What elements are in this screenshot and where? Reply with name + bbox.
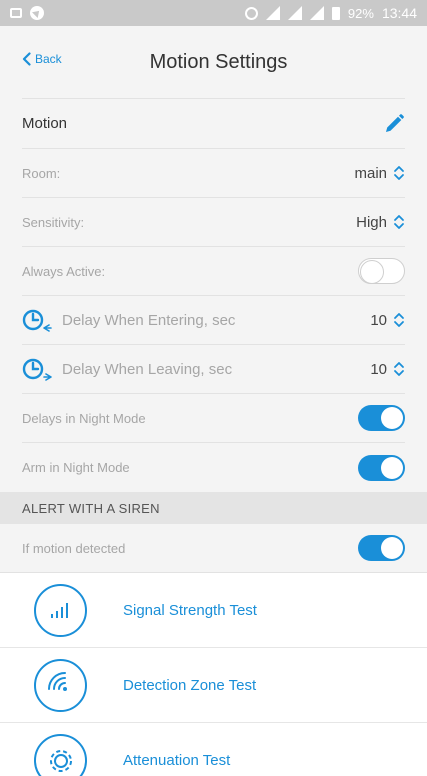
room-label: Room: bbox=[22, 165, 61, 181]
motion-detected-toggle[interactable] bbox=[358, 535, 405, 561]
app-header: Back Motion Settings bbox=[0, 26, 427, 98]
signal-icon bbox=[287, 6, 302, 20]
room-value: main bbox=[354, 164, 387, 182]
delays-night-toggle[interactable] bbox=[358, 405, 405, 431]
always-active-toggle[interactable] bbox=[358, 258, 405, 284]
motion-detected-label: If motion detected bbox=[22, 540, 126, 556]
back-button[interactable]: Back bbox=[22, 52, 62, 66]
chevron-left-icon bbox=[22, 52, 31, 66]
clock-leave-icon bbox=[22, 358, 52, 381]
detection-zone-icon bbox=[34, 658, 87, 712]
navigation-icon bbox=[30, 6, 44, 20]
delay-entering-row[interactable]: Delay When Entering, sec 10 bbox=[22, 296, 405, 345]
always-active-label: Always Active: bbox=[22, 263, 106, 279]
attenuation-test[interactable]: Attenuation Test bbox=[0, 723, 427, 776]
room-row[interactable]: Room: main bbox=[22, 149, 405, 198]
battery-percent: 92% bbox=[347, 5, 374, 21]
alarm-icon bbox=[244, 6, 258, 20]
status-bar: 92% 13:44 bbox=[0, 0, 427, 26]
signal-strength-test-label: Signal Strength Test bbox=[123, 601, 257, 619]
detection-zone-test[interactable]: Detection Zone Test bbox=[0, 648, 427, 723]
clock: 13:44 bbox=[381, 5, 417, 21]
signal-bars-icon bbox=[34, 583, 87, 637]
sensitivity-row[interactable]: Sensitivity: High bbox=[22, 198, 405, 247]
updown-chevron-icon bbox=[394, 313, 404, 327]
back-label: Back bbox=[35, 52, 62, 66]
tests-list: Signal Strength Test Detection Zone Test… bbox=[0, 572, 427, 776]
delay-leaving-label: Delay When Leaving, sec bbox=[62, 360, 233, 378]
gear-icon bbox=[34, 734, 87, 776]
delays-night-row: Delays in Night Mode bbox=[22, 394, 405, 443]
siren-list: If motion detected bbox=[0, 524, 427, 572]
siren-section-header: ALERT WITH A SIREN bbox=[0, 492, 427, 524]
clock-enter-icon bbox=[22, 309, 52, 332]
delay-entering-label: Delay When Entering, sec bbox=[62, 311, 236, 329]
wifi-icon bbox=[265, 6, 280, 20]
motion-detected-row: If motion detected bbox=[22, 524, 405, 572]
arm-night-toggle[interactable] bbox=[358, 454, 405, 481]
delay-leaving-row[interactable]: Delay When Leaving, sec 10 bbox=[22, 345, 405, 394]
signal-strength-test[interactable]: Signal Strength Test bbox=[0, 573, 427, 648]
detection-zone-test-label: Detection Zone Test bbox=[123, 676, 257, 694]
updown-chevron-icon bbox=[394, 166, 404, 180]
updown-chevron-icon bbox=[394, 362, 404, 376]
device-name-row: Motion bbox=[22, 98, 405, 149]
arm-night-row: Arm in Night Mode bbox=[22, 443, 405, 492]
signal-icon-2 bbox=[309, 6, 324, 20]
delays-night-label: Delays in Night Mode bbox=[22, 410, 146, 426]
sensitivity-value: High bbox=[356, 213, 387, 231]
delay-entering-value: 10 bbox=[370, 311, 387, 329]
sensitivity-label: Sensitivity: bbox=[22, 214, 85, 230]
screen-icon bbox=[10, 8, 22, 18]
settings-list: Motion Room: main Sensitivity: High Alwa… bbox=[0, 98, 427, 492]
battery-icon bbox=[331, 6, 340, 20]
updown-chevron-icon bbox=[394, 215, 404, 229]
delay-leaving-value: 10 bbox=[370, 360, 387, 378]
page-title: Motion Settings bbox=[149, 50, 288, 73]
device-name: Motion bbox=[22, 115, 68, 132]
attenuation-test-label: Attenuation Test bbox=[123, 752, 231, 769]
always-active-row: Always Active: bbox=[22, 247, 405, 296]
arm-night-label: Arm in Night Mode bbox=[22, 460, 130, 475]
pencil-icon[interactable] bbox=[383, 113, 405, 135]
